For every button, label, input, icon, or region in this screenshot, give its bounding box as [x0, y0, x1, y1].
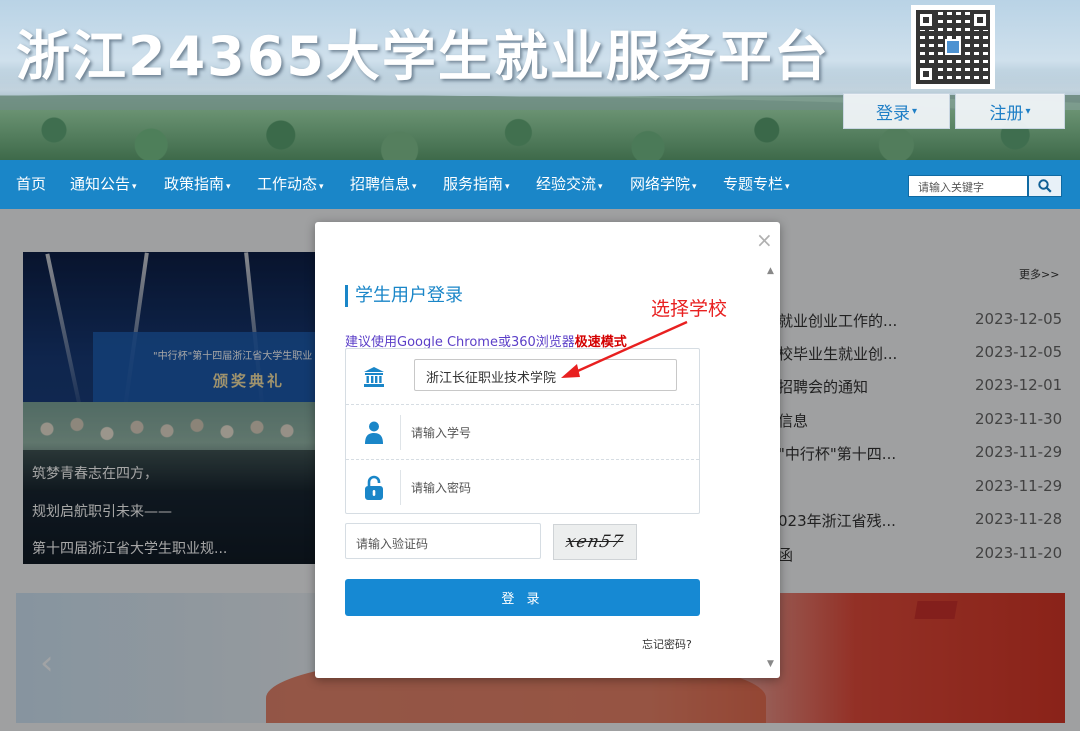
nav-item-home[interactable]: 首页 — [16, 160, 46, 209]
forgot-password-link[interactable]: 忘记密码? — [642, 636, 692, 652]
login-dialog: × ▲ ▼ 学生用户登录 建议使用Google Chrome或360浏览器极速模… — [315, 222, 780, 678]
scroll-up-arrow-icon[interactable]: ▲ — [767, 266, 774, 276]
header-login-button[interactable]: 登录 ▾ — [843, 93, 950, 129]
caret-down-icon: ▾ — [911, 105, 918, 117]
nav-item-online-academy[interactable]: 网络学院 ▾ — [630, 160, 697, 209]
caret-down-icon: ▾ — [1025, 105, 1031, 117]
nav-item-notices[interactable]: 通知公告 ▾ — [70, 160, 137, 209]
scroll-down-arrow-icon[interactable]: ▼ — [767, 659, 774, 669]
caret-down-icon: ▾ — [319, 182, 324, 192]
site-title: 浙江24365大学生就业服务平台 — [16, 25, 830, 88]
search-input[interactable]: 请输入关键字 — [908, 175, 1028, 197]
search-button[interactable] — [1028, 175, 1062, 197]
caret-down-icon: ▾ — [505, 182, 510, 192]
nav-item-recruitment[interactable]: 招聘信息 ▾ — [350, 160, 417, 209]
captcha-image[interactable]: xen57 — [553, 524, 637, 560]
qr-center-logo — [945, 39, 961, 55]
close-icon[interactable]: × — [756, 230, 773, 250]
password-row: 请输入密码 — [346, 459, 699, 514]
caret-down-icon: ▾ — [785, 182, 790, 192]
header-register-button[interactable]: 注册 ▾ — [955, 93, 1065, 129]
captcha-input[interactable]: 请输入验证码 — [345, 523, 541, 559]
login-submit-button[interactable]: 登 录 — [345, 579, 700, 616]
nav-item-policy[interactable]: 政策指南 ▾ — [164, 160, 231, 209]
annotation-arrow-icon — [561, 320, 688, 378]
bank-building-icon — [346, 349, 401, 404]
caret-down-icon: ▾ — [692, 182, 697, 192]
password-input[interactable]: 请输入密码 — [411, 479, 471, 496]
nav-item-special-topics[interactable]: 专题专栏 ▾ — [723, 160, 790, 209]
caret-down-icon: ▾ — [598, 182, 603, 192]
login-heading: 学生用户登录 — [345, 285, 463, 307]
annotation-label: 选择学校 — [651, 298, 728, 320]
student-id-row: 请输入学号 — [346, 404, 699, 459]
search-icon — [1038, 179, 1052, 193]
student-id-input[interactable]: 请输入学号 — [411, 424, 471, 441]
person-icon — [346, 405, 401, 460]
nav-item-work-news[interactable]: 工作动态 ▾ — [257, 160, 324, 209]
qr-code-image — [911, 5, 995, 89]
caret-down-icon: ▾ — [226, 182, 231, 192]
nav-item-service-guide[interactable]: 服务指南 ▾ — [443, 160, 510, 209]
caret-down-icon: ▾ — [132, 182, 137, 192]
nav-item-experience[interactable]: 经验交流 ▾ — [536, 160, 603, 209]
lock-icon — [346, 460, 401, 515]
caret-down-icon: ▾ — [412, 182, 417, 192]
